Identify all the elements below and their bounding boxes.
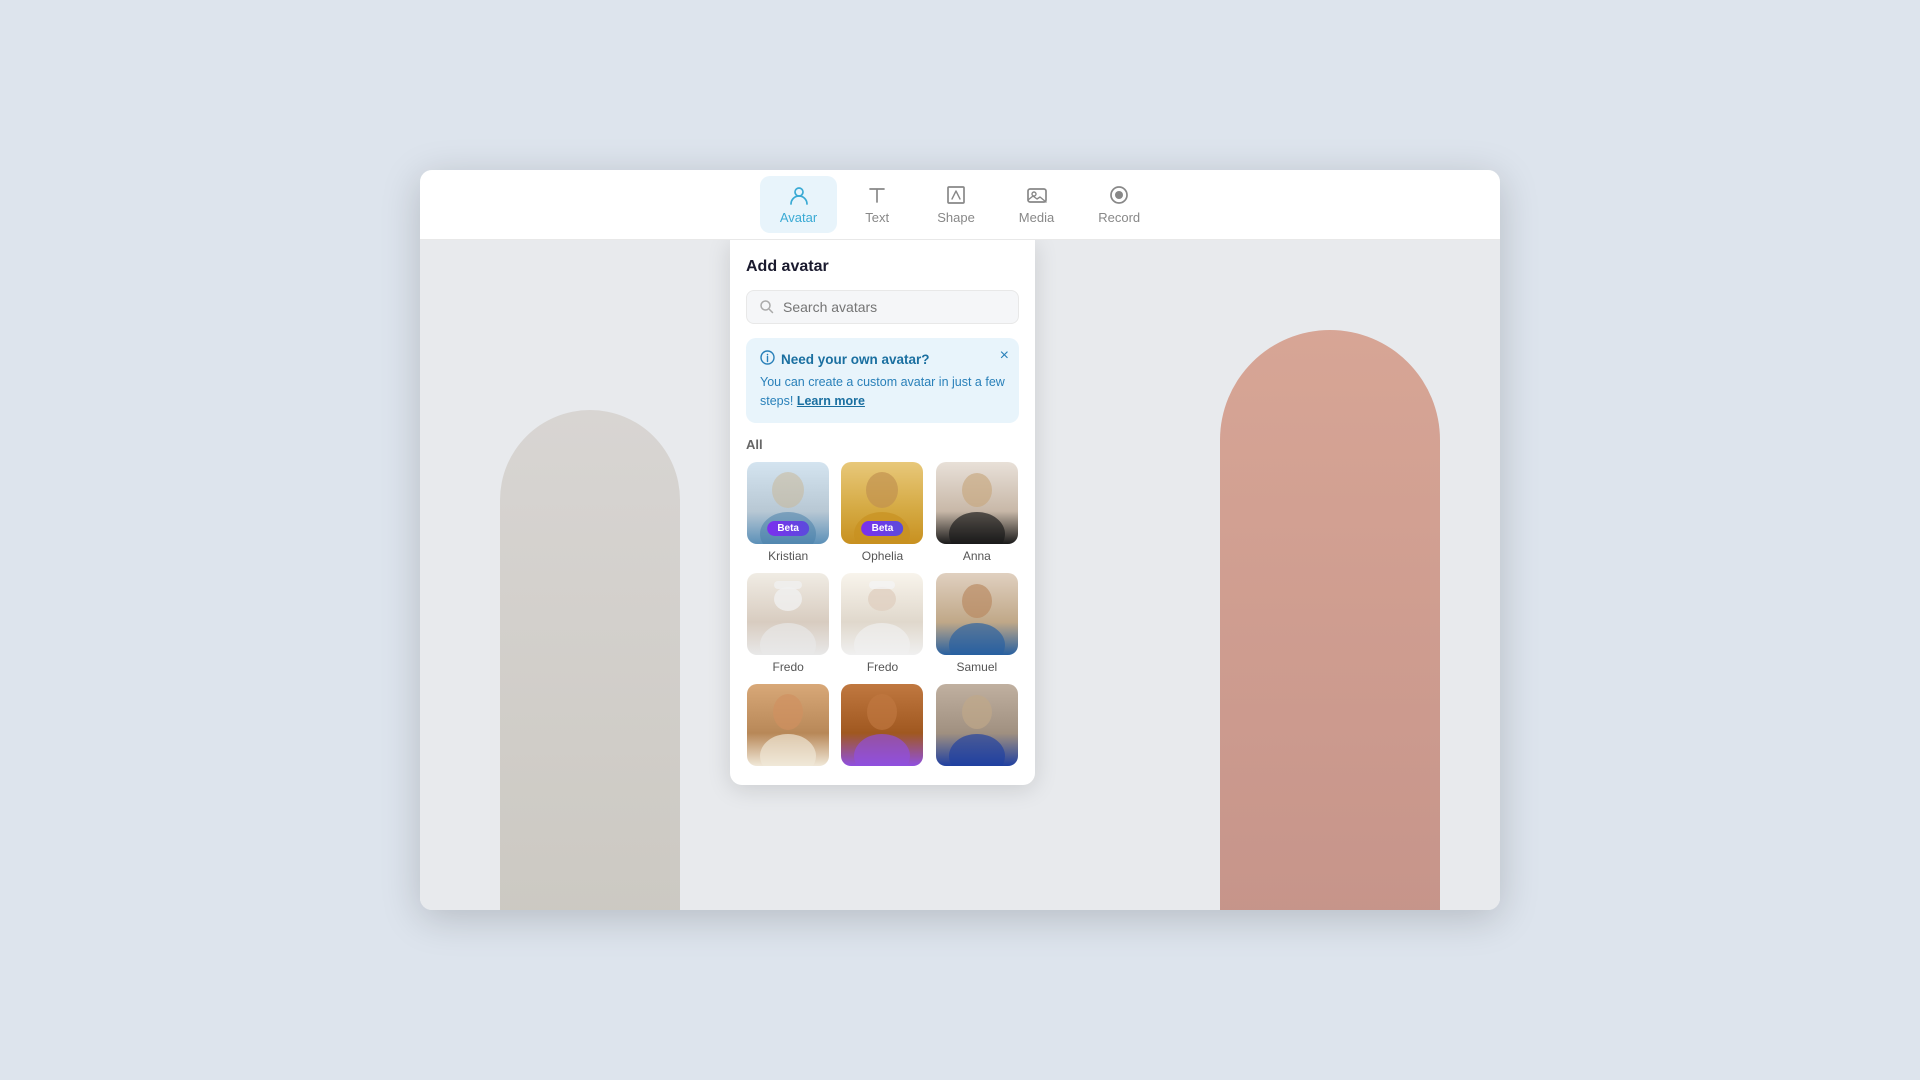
banner-close-button[interactable]: × [1000, 348, 1009, 364]
avatar-panel: Add avatar [730, 240, 1035, 785]
avatar-name-fredo1: Fredo [772, 660, 803, 674]
info-icon [760, 350, 775, 368]
avatar-item-fredo1[interactable]: Fredo [746, 573, 830, 674]
panel-title: Add avatar [746, 258, 1019, 276]
search-input[interactable] [783, 299, 1006, 315]
avatar-thumb-r1 [747, 684, 829, 766]
avatar-name-kristian: Kristian [768, 549, 808, 563]
avatar-item-fredo2[interactable]: Fredo [840, 573, 924, 674]
avatar-thumb-fredo1 [747, 573, 829, 655]
beta-badge-ophelia: Beta [862, 521, 904, 536]
avatar-icon [788, 184, 810, 206]
avatar-item-anna[interactable]: Anna [935, 462, 1019, 563]
tab-media[interactable]: Media [999, 176, 1074, 233]
record-icon [1108, 184, 1130, 206]
search-bar [746, 290, 1019, 324]
section-label: All [746, 437, 1019, 452]
avatar-item-ophelia[interactable]: Beta Ophelia [840, 462, 924, 563]
beta-badge-kristian: Beta [767, 521, 809, 536]
avatar-item-r2[interactable] [840, 684, 924, 771]
avatar-thumb-samuel [936, 573, 1018, 655]
banner-title: Need your own avatar? [760, 350, 1005, 368]
search-icon [759, 299, 775, 315]
avatar-thumb-fredo2 [841, 573, 923, 655]
avatar-name-fredo2: Fredo [867, 660, 898, 674]
tab-shape[interactable]: Shape [917, 176, 995, 233]
avatar-item-kristian[interactable]: Beta Kristian [746, 462, 830, 563]
main-area: Add avatar [420, 240, 1500, 910]
text-icon [866, 184, 888, 206]
tab-record-label: Record [1098, 210, 1140, 225]
tab-avatar-label: Avatar [780, 210, 817, 225]
info-banner: Need your own avatar? You can create a c… [746, 338, 1019, 423]
avatar-grid: Beta Kristian Beta Ophelia [746, 462, 1019, 771]
learn-more-link[interactable]: Learn more [797, 394, 865, 408]
avatar-item-r1[interactable] [746, 684, 830, 771]
avatar-thumb-r3 [936, 684, 1018, 766]
avatar-thumb-kristian: Beta [747, 462, 829, 544]
bg-figure-left [500, 410, 680, 910]
tab-text[interactable]: Text [841, 176, 913, 233]
avatar-item-samuel[interactable]: Samuel [935, 573, 1019, 674]
app-window: Avatar Text Shape [420, 170, 1500, 910]
tab-avatar[interactable]: Avatar [760, 176, 837, 233]
avatar-item-r3[interactable] [935, 684, 1019, 771]
toolbar: Avatar Text Shape [420, 170, 1500, 240]
avatar-name-ophelia: Ophelia [862, 549, 903, 563]
avatar-name-samuel: Samuel [956, 660, 997, 674]
bg-figure-right [1220, 330, 1440, 910]
tab-media-label: Media [1019, 210, 1054, 225]
tab-record[interactable]: Record [1078, 176, 1160, 233]
tab-text-label: Text [865, 210, 889, 225]
banner-body: You can create a custom avatar in just a… [760, 373, 1005, 411]
avatar-thumb-r2 [841, 684, 923, 766]
media-icon [1026, 184, 1048, 206]
tab-shape-label: Shape [937, 210, 975, 225]
avatar-thumb-ophelia: Beta [841, 462, 923, 544]
shape-icon [945, 184, 967, 206]
avatar-thumb-anna [936, 462, 1018, 544]
avatar-name-anna: Anna [963, 549, 991, 563]
